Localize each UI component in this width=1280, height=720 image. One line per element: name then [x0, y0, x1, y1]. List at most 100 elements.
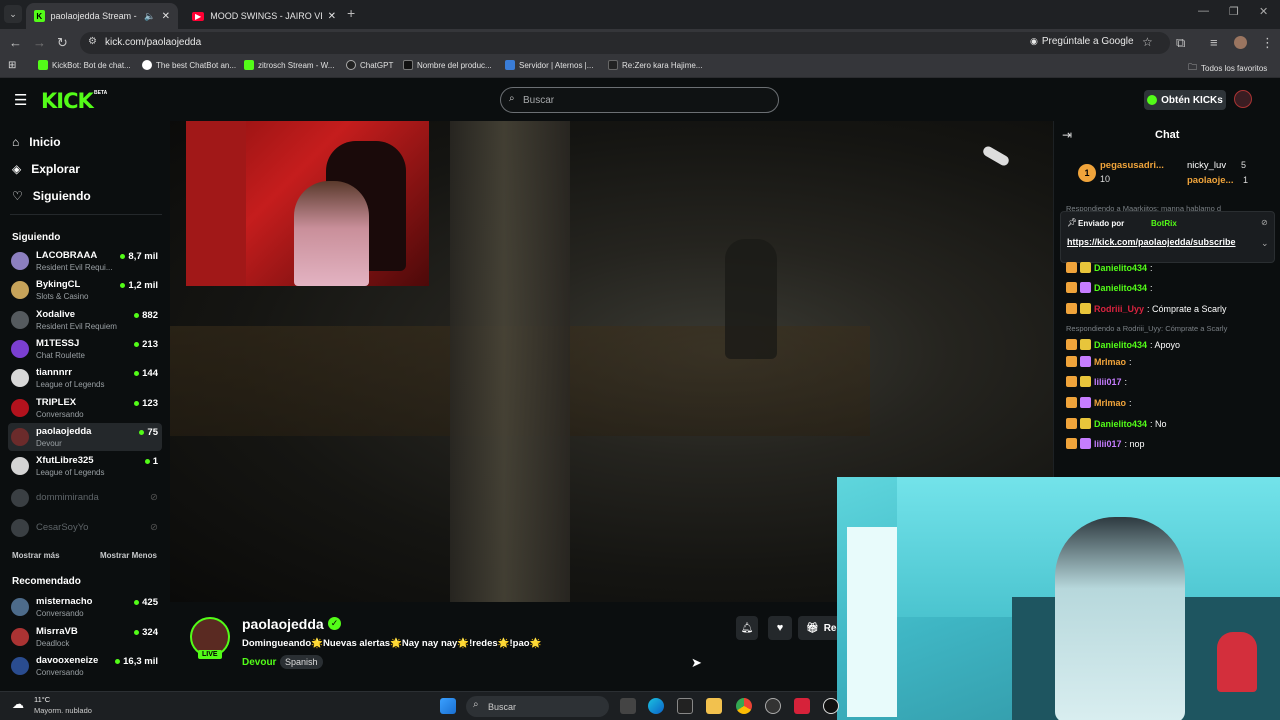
pinned-message[interactable]: 📌︎ Enviado por BotRix https://kick.com/p… [1060, 211, 1275, 263]
chat-message[interactable]: Danielito434: [1066, 262, 1153, 273]
pinned-link[interactable]: https://kick.com/paolaojedda/subscribe [1067, 236, 1247, 249]
taskbar-search[interactable]: ⌕ Buscar [466, 696, 609, 717]
chat-username[interactable]: Danielito434 [1094, 419, 1147, 429]
bookmark-item[interactable]: Re:Zero kara Hajime... [608, 60, 702, 70]
red-app-icon[interactable] [794, 698, 810, 714]
channel-item[interactable]: tiannnrr League of Legends 144 [8, 364, 162, 392]
apps-icon[interactable]: ⊞ [8, 60, 16, 71]
obs-icon[interactable] [765, 698, 781, 714]
new-tab-button[interactable]: + [347, 5, 355, 21]
webcam-mascot-icon [1217, 632, 1257, 692]
hamburger-menu-icon[interactable]: ☰ [14, 91, 27, 109]
close-tab-icon[interactable]: ✕ [328, 11, 336, 22]
bookmark-star-icon[interactable]: ☆ [1142, 35, 1153, 49]
bookmark-item[interactable]: Nombre del produc... [403, 60, 492, 70]
chat-username[interactable]: Danielito434 [1094, 340, 1147, 350]
ask-google-button[interactable]: ◉ Pregúntale a Google [1030, 36, 1134, 47]
video-scene-pillar [450, 121, 570, 602]
chat-username[interactable]: lilii017 [1094, 439, 1122, 449]
chat-message[interactable]: Danielito434: [1066, 282, 1153, 293]
restore-window-icon[interactable]: ❐ [1229, 5, 1239, 18]
gifter-name[interactable]: paolaoje... [1187, 175, 1233, 186]
chat-username[interactable]: MrImao [1094, 398, 1126, 408]
chat-username[interactable]: Danielito434 [1094, 263, 1147, 273]
all-favorites[interactable]: 🗀 Todos los favoritos [1188, 60, 1267, 76]
chat-message[interactable]: MrImao: [1066, 356, 1132, 367]
chat-username[interactable]: lilii017 [1094, 377, 1122, 387]
get-kicks-button[interactable]: Obtén KICKs [1144, 90, 1226, 110]
channel-item[interactable]: MisrraVB Deadlock 324 [8, 623, 162, 651]
capcut-icon[interactable] [677, 698, 693, 714]
nav-inicio[interactable]: ⌂ Inicio [12, 135, 61, 149]
back-icon[interactable]: ← [9, 35, 22, 50]
channel-item-offline[interactable]: CesarSoyYo ⊘ [8, 514, 162, 542]
obs-studio-icon[interactable] [823, 698, 839, 714]
chat-username[interactable]: MrImao [1094, 357, 1126, 367]
chat-message[interactable]: lilii017: nop [1066, 438, 1145, 449]
close-window-icon[interactable]: ✕ [1259, 5, 1268, 18]
profile-avatar[interactable] [1234, 36, 1247, 49]
bookmark-item[interactable]: The best ChatBot an... [142, 60, 236, 70]
show-more-link[interactable]: Mostrar más [12, 551, 60, 560]
reading-list-icon[interactable]: ≡ [1210, 35, 1218, 50]
browser-menu-icon[interactable]: ⋮ [1261, 35, 1274, 51]
speaker-icon[interactable]: 🔈 [144, 11, 155, 22]
folder-icon: 🗀 [1188, 62, 1198, 72]
minimize-window-icon[interactable]: — [1198, 5, 1209, 17]
bookmark-item[interactable]: KickBot: Bot de chat... [38, 60, 131, 70]
nav-explorar[interactable]: ◈ Explorar [12, 162, 80, 176]
user-avatar[interactable] [1234, 90, 1252, 108]
weather-icon[interactable]: ☁ [12, 697, 24, 711]
channel-item[interactable]: davooxeneize Conversando 16,3 mil [8, 652, 162, 680]
top-gifter-name[interactable]: pegasusadri... [1100, 160, 1164, 171]
channel-item[interactable]: misternacho Conversando 425 [8, 593, 162, 621]
file-explorer-icon[interactable] [706, 698, 722, 714]
tab-kick-stream[interactable]: K paolaojedda Stream - Wat... 🔈 ✕ [26, 3, 178, 29]
kick-logo[interactable]: KICK [41, 89, 94, 113]
channel-item[interactable]: paolaojedda Devour 75 [8, 422, 162, 451]
channel-item[interactable]: LACOBRAAA Resident Evil Requi... 8,7 mil [8, 247, 162, 275]
unpin-icon[interactable]: ⊘ [1261, 218, 1268, 227]
chat-message[interactable]: Danielito434: No [1066, 418, 1167, 429]
show-less-link[interactable]: Mostrar Menos [100, 551, 157, 560]
category-link[interactable]: Devour [242, 657, 276, 668]
windows-start-icon[interactable] [440, 698, 456, 714]
edge-icon[interactable] [648, 698, 664, 714]
channel-item[interactable]: BykingCL Slots & Casino 1,2 mil [8, 276, 162, 304]
gifter-name[interactable]: nicky_luv [1187, 160, 1226, 171]
follow-button[interactable]: ♥ [768, 616, 792, 640]
channel-item-offline[interactable]: dommimiranda ⊘ [8, 484, 162, 512]
chat-username[interactable]: Danielito434 [1094, 283, 1147, 293]
url-field[interactable]: ⚙ kick.com/paolaojedda ◉ Pregúntale a Go… [80, 32, 1170, 54]
site-info-icon[interactable]: ⚙ [88, 36, 97, 47]
nav-siguiendo[interactable]: ♡ Siguiendo [12, 189, 91, 203]
bookmark-item[interactable]: Servidor | Aternos |... [505, 60, 593, 70]
chrome-icon[interactable] [736, 698, 752, 714]
chat-message[interactable]: Danielito434: Apoyo [1066, 339, 1180, 350]
collapse-chat-icon[interactable]: ⇥ [1062, 128, 1072, 142]
forward-icon[interactable]: → [33, 35, 46, 50]
search-input[interactable]: ⌕ Buscar [500, 87, 779, 113]
ask-google-label: Pregúntale a Google [1041, 36, 1134, 47]
task-view-icon[interactable] [620, 698, 636, 714]
extensions-icon[interactable]: ⧉ [1176, 35, 1185, 51]
streamer-name[interactable]: paolaojedda [242, 616, 324, 632]
channel-item[interactable]: Xodalive Resident Evil Requiem 882 [8, 306, 162, 334]
tab-youtube[interactable]: ▶ MOOD SWINGS - JAIRO VERA... ✕ [184, 3, 344, 29]
viewer-count: 882 [134, 310, 158, 321]
close-tab-icon[interactable]: ✕ [162, 11, 170, 22]
bookmark-item[interactable]: ChatGPT [346, 60, 393, 70]
expand-chevron-icon[interactable]: ⌄ [1261, 238, 1269, 249]
reload-icon[interactable]: ↻ [57, 35, 68, 51]
tab-search-button[interactable]: ⌄ [4, 5, 22, 23]
chat-username[interactable]: Rodriii_Uyy [1094, 304, 1144, 314]
channel-item[interactable]: M1TESSJ Chat Roulette 213 [8, 335, 162, 363]
channel-item[interactable]: XfutLibre325 League of Legends 1 [8, 452, 162, 480]
chat-message[interactable]: Rodriii_Uyy: Cómprate a Scarly [1066, 303, 1227, 314]
notify-button[interactable]: 🔔︎ [736, 616, 758, 640]
bookmark-item[interactable]: zitrosch Stream - W... [244, 60, 334, 70]
tag-spanish[interactable]: Spanish [280, 655, 323, 669]
chat-message[interactable]: MrImao: [1066, 397, 1132, 408]
channel-item[interactable]: TRIPLEX Conversando 123 [8, 394, 162, 422]
chat-message[interactable]: lilii017: [1066, 376, 1127, 387]
